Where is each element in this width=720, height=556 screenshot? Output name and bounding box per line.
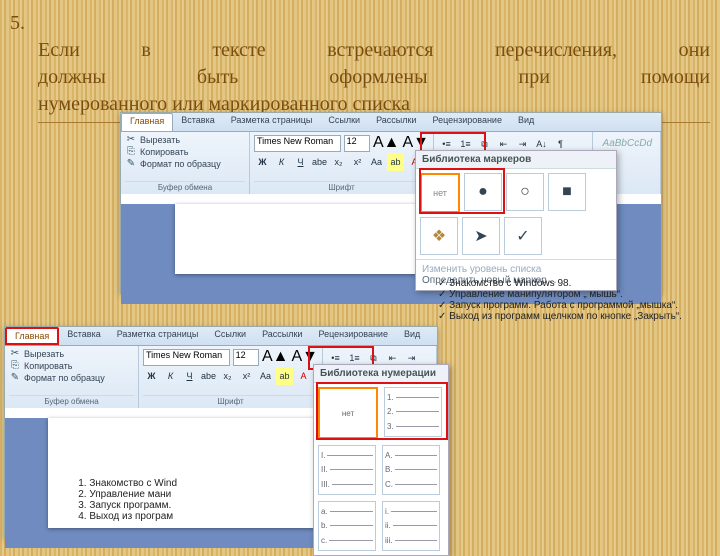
subscript-button[interactable]: x₂ xyxy=(330,154,347,171)
group-clipboard: Буфер обмена xyxy=(125,181,245,192)
numbering-option[interactable]: i. ii. iii. xyxy=(382,501,440,551)
ribbon-tabs-2: Главная Вставка Разметка страницы Ссылки… xyxy=(5,327,437,346)
title-number: 5. xyxy=(10,10,32,37)
bullet-option[interactable]: ■ xyxy=(548,173,586,211)
bullet-sample-list: ✓ Знакомство с Windows 98. ✓ Управление … xyxy=(438,278,682,322)
bullet-option[interactable]: ✓ xyxy=(504,217,542,255)
tab-view-2[interactable]: Вид xyxy=(396,327,428,345)
tab-review[interactable]: Рецензирование xyxy=(424,113,510,131)
slide-title: 5. Если в тексте встречаются перечислени… xyxy=(10,10,710,123)
tab-insert[interactable]: Вставка xyxy=(173,113,222,131)
font-name-select-2[interactable]: Times New Roman xyxy=(143,349,230,366)
tab-insert-2[interactable]: Вставка xyxy=(59,327,108,345)
numbering-option[interactable]: a. b. c. xyxy=(318,501,376,551)
font-size-select[interactable]: 12 xyxy=(344,135,370,152)
tab-layout[interactable]: Разметка страницы xyxy=(223,113,321,131)
tab-view[interactable]: Вид xyxy=(510,113,542,131)
tab-refs-2[interactable]: Ссылки xyxy=(206,327,254,345)
numbering-option[interactable]: I. II. III. xyxy=(318,445,376,495)
group-font: Шрифт xyxy=(254,181,429,192)
numbering-dd-title: Библиотека нумерации xyxy=(314,365,448,383)
underline-button[interactable]: Ч xyxy=(181,368,198,385)
tab-home[interactable]: Главная xyxy=(121,113,173,131)
bullet-option[interactable]: ❖ xyxy=(420,217,458,255)
bullet-option[interactable]: ○ xyxy=(506,173,544,211)
numbering-option[interactable]: A. B. C. xyxy=(382,445,440,495)
highlight-bullet-swatches xyxy=(419,168,505,214)
copy-icon[interactable]: ⎘ xyxy=(125,146,137,158)
ribbon-tabs: Главная Вставка Разметка страницы Ссылки… xyxy=(121,113,661,132)
superscript-button[interactable]: x² xyxy=(238,368,255,385)
tab-refs[interactable]: Ссылки xyxy=(320,113,368,131)
highlight-button[interactable]: ab xyxy=(387,154,404,171)
case-button[interactable]: Aa xyxy=(257,368,274,385)
grow-font-icon[interactable]: A▲ xyxy=(373,134,400,152)
subscript-button[interactable]: x₂ xyxy=(219,368,236,385)
tab-mail[interactable]: Рассылки xyxy=(368,113,424,131)
strike-button[interactable]: abe xyxy=(311,154,328,171)
bold-button[interactable]: Ж xyxy=(254,154,271,171)
numbered-sample-list: 1. Знакомство с Wind 2. Управление мани … xyxy=(78,478,177,522)
group-clipboard-2: Буфер обмена xyxy=(9,395,134,406)
font-name-select[interactable]: Times New Roman xyxy=(254,135,341,152)
tab-layout-2[interactable]: Разметка страницы xyxy=(109,327,207,345)
highlight-numbering-swatches xyxy=(316,382,448,440)
group-font-2: Шрифт xyxy=(143,395,318,406)
highlight-button[interactable]: ab xyxy=(276,368,293,385)
bullets-dd-title: Библиотека маркеров xyxy=(416,151,616,169)
cut-icon[interactable]: ✂ xyxy=(125,134,137,146)
italic-button[interactable]: К xyxy=(162,368,179,385)
grow-font-icon[interactable]: A▲ xyxy=(262,348,289,366)
tab-home-2[interactable]: Главная xyxy=(5,327,59,345)
tab-mail-2[interactable]: Рассылки xyxy=(254,327,310,345)
change-list-level: Изменить уровень списка xyxy=(422,264,610,275)
format-painter-icon[interactable]: ✎ xyxy=(9,372,21,384)
case-button[interactable]: Aa xyxy=(368,154,385,171)
format-painter-icon[interactable]: ✎ xyxy=(125,158,137,170)
font-size-select-2[interactable]: 12 xyxy=(233,349,259,366)
bullet-option[interactable]: ➤ xyxy=(462,217,500,255)
bold-button[interactable]: Ж xyxy=(143,368,160,385)
underline-button[interactable]: Ч xyxy=(292,154,309,171)
strike-button[interactable]: abe xyxy=(200,368,217,385)
cut-icon[interactable]: ✂ xyxy=(9,348,21,360)
copy-icon[interactable]: ⎘ xyxy=(9,360,21,372)
tab-review-2[interactable]: Рецензирование xyxy=(310,327,396,345)
superscript-button[interactable]: x² xyxy=(349,154,366,171)
font-color-button[interactable]: A xyxy=(295,368,312,385)
italic-button[interactable]: К xyxy=(273,154,290,171)
